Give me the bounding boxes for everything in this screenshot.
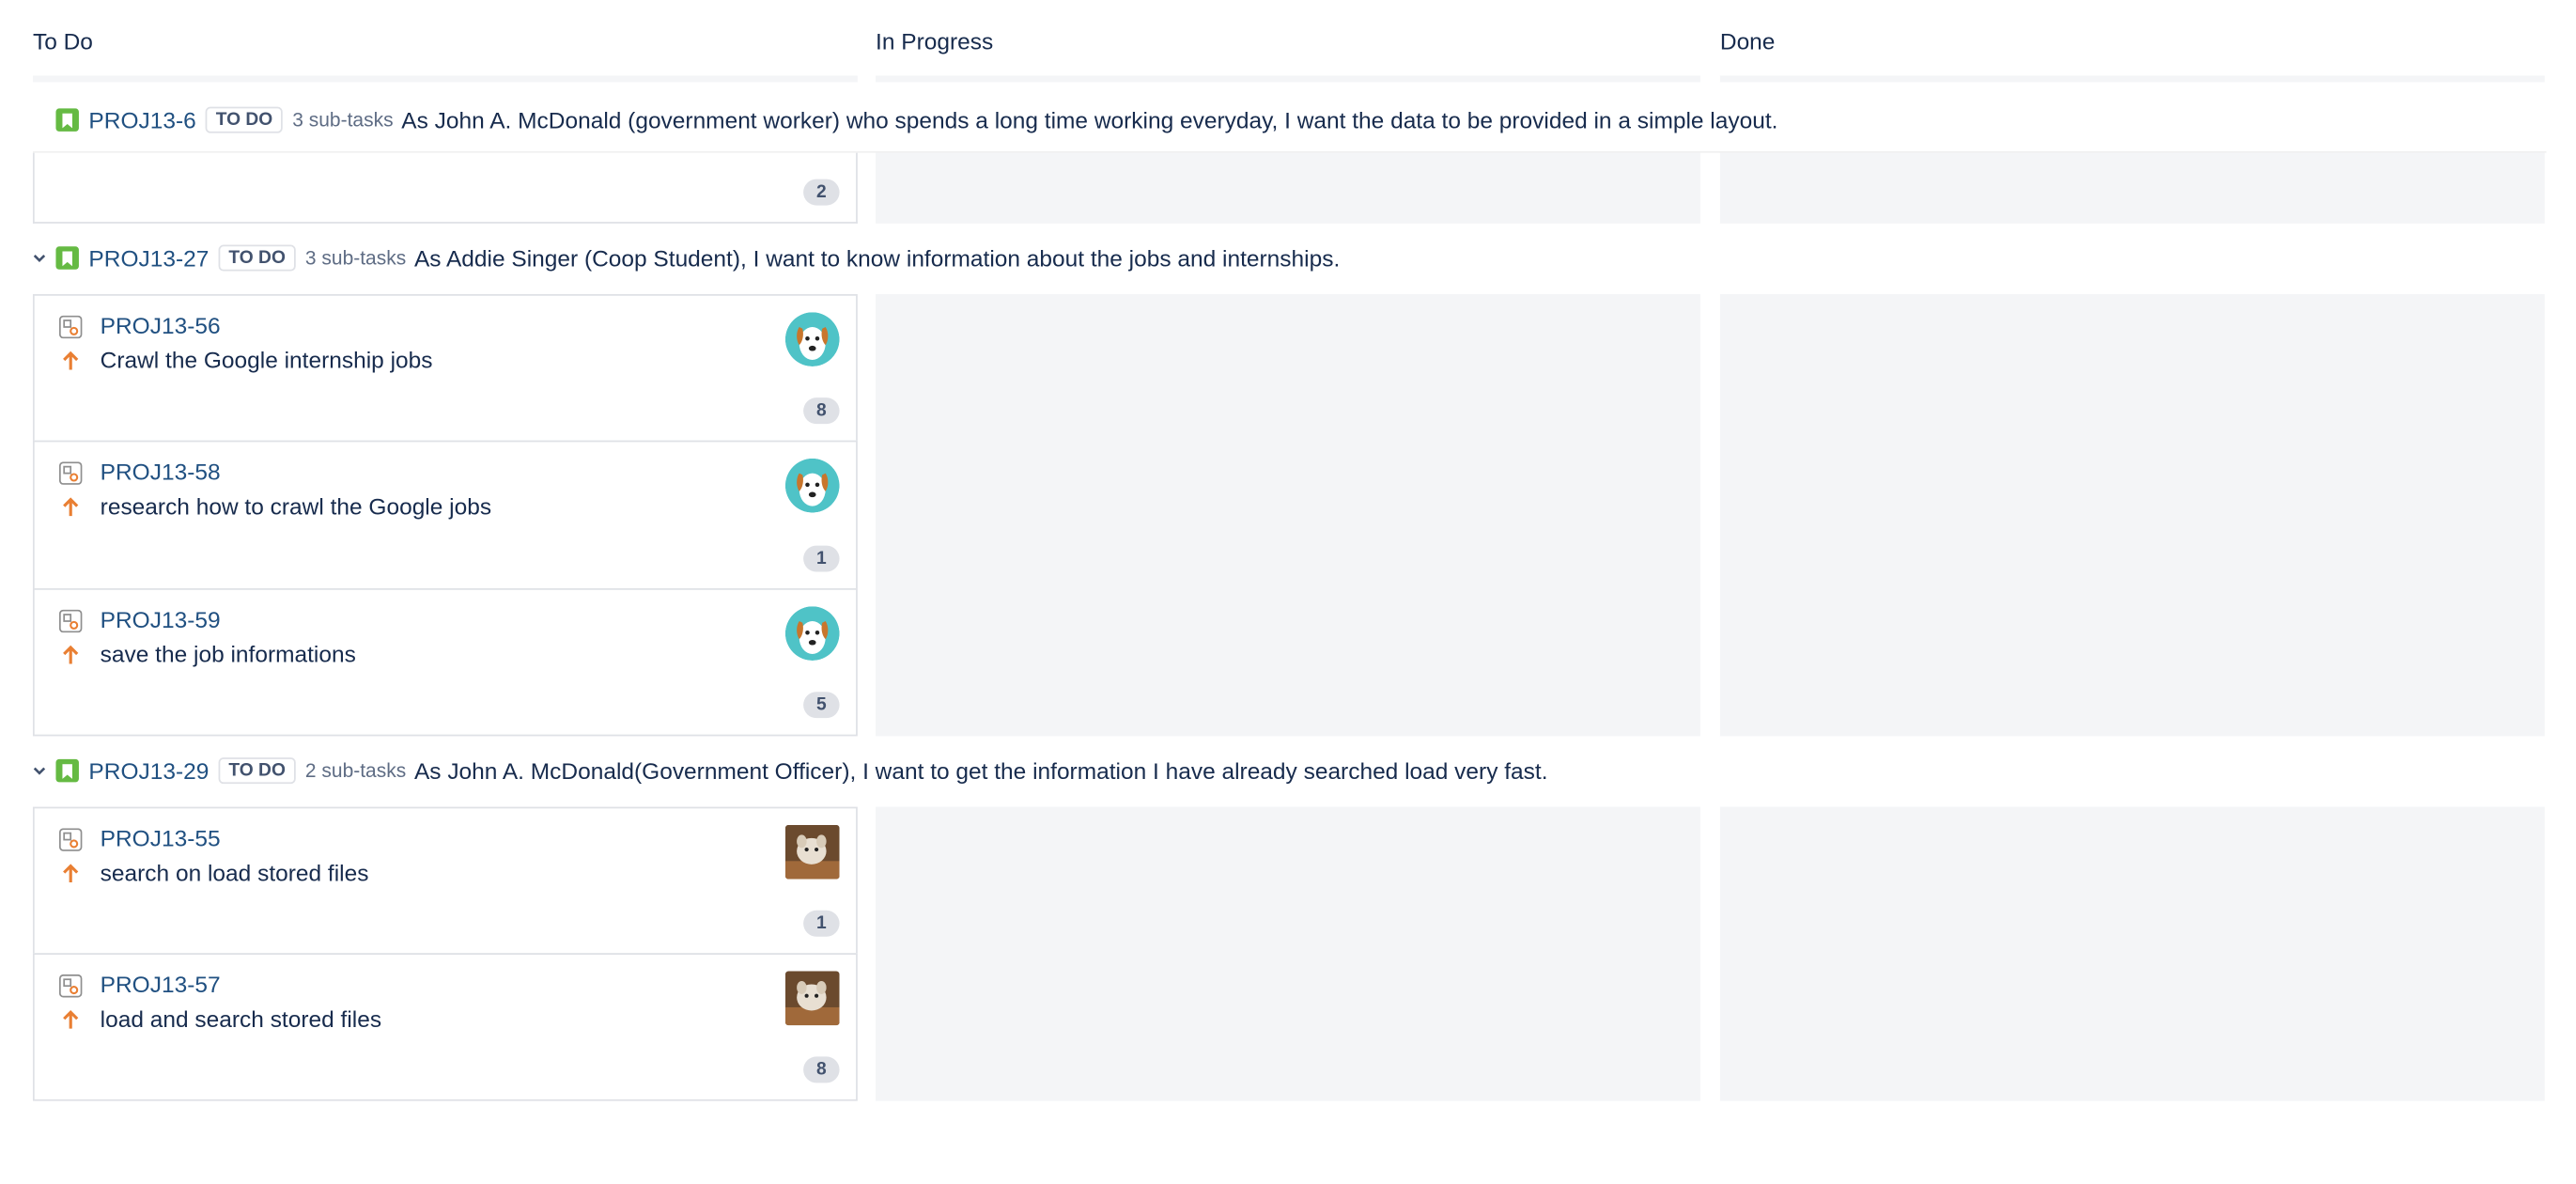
estimate-badge: 2 [803, 179, 840, 206]
issue-card[interactable]: PROJ13-55 search on load stored files 1 [32, 806, 858, 955]
lane-cell-in-progress[interactable] [876, 294, 1700, 737]
story-icon [55, 108, 79, 132]
card-key-link[interactable]: PROJ13-58 [101, 459, 221, 485]
estimate-badge: 1 [803, 910, 840, 937]
lane-cell-done[interactable] [1719, 806, 2545, 1101]
column-header-todo: To Do [32, 27, 93, 55]
dog-avatar-icon[interactable] [784, 458, 840, 513]
lane-cell-done[interactable] [1719, 152, 2545, 224]
chevron-down-icon[interactable] [29, 761, 49, 781]
swimlane-summary: As Addie Singer (Coop Student), I want t… [413, 244, 1341, 272]
swimlane-summary: As John A. McDonald(Government Officer),… [413, 757, 1548, 785]
lane-cell-done[interactable] [1719, 294, 2545, 737]
priority-high-icon [63, 645, 79, 664]
card-partial[interactable]: 2 [32, 152, 858, 224]
issue-key-link[interactable]: PROJ13-6 [88, 107, 195, 133]
swimlane-header[interactable]: PROJ13-6 TO DO 3 sub-tasks As John A. Mc… [32, 88, 2547, 151]
column-divider [876, 75, 1700, 83]
card-key-link[interactable]: PROJ13-55 [101, 825, 221, 851]
photo-avatar-icon[interactable] [784, 971, 840, 1026]
dog-avatar-icon[interactable] [784, 312, 840, 366]
story-icon [55, 758, 79, 783]
dog-avatar-icon[interactable] [784, 606, 840, 661]
column-divider [1719, 75, 2545, 83]
lane-cell-in-progress[interactable] [876, 152, 1700, 224]
swimlane-header[interactable]: PROJ13-27 TO DO 3 sub-tasks As Addie Sin… [33, 226, 2547, 288]
status-badge: TO DO [218, 757, 296, 785]
priority-high-icon [63, 351, 79, 370]
photo-avatar-icon[interactable] [784, 824, 840, 880]
board: To Do In Progress Done 2 PROJ13-6 TO DO … [0, 0, 2576, 1183]
chevron-down-icon[interactable] [29, 248, 49, 268]
estimate-badge: 8 [803, 397, 840, 425]
swimlane-header[interactable]: PROJ13-29 TO DO 2 sub-tasks As John A. M… [33, 740, 2547, 802]
card-summary: load and search stored files [100, 1005, 382, 1033]
column-header-in-progress: In Progress [876, 27, 994, 55]
card-summary: Crawl the Google internship jobs [100, 346, 433, 373]
subtask-count: 3 sub-tasks [304, 246, 407, 270]
subtask-icon [58, 461, 83, 485]
priority-high-icon [63, 497, 79, 517]
status-badge: TO DO [218, 244, 296, 272]
issue-key-link[interactable]: PROJ13-29 [88, 757, 209, 784]
issue-card[interactable]: PROJ13-57 load and search stored files 8 [32, 953, 858, 1101]
subtask-icon [58, 609, 83, 633]
issue-card[interactable]: PROJ13-59 save the job informations 5 [32, 588, 858, 737]
card-summary: save the job informations [100, 640, 356, 667]
estimate-badge: 5 [803, 692, 840, 719]
story-icon [55, 246, 79, 270]
issue-key-link[interactable]: PROJ13-27 [88, 245, 209, 272]
card-key-link[interactable]: PROJ13-56 [101, 312, 221, 338]
priority-high-icon [63, 864, 79, 883]
issue-card[interactable]: PROJ13-56 Crawl the Google internship jo… [32, 294, 858, 443]
card-key-link[interactable]: PROJ13-59 [101, 606, 221, 632]
estimate-badge: 1 [803, 545, 840, 572]
card-summary: research how to crawl the Google jobs [100, 492, 492, 520]
status-badge: TO DO [206, 106, 283, 133]
subtask-count: 3 sub-tasks [292, 108, 394, 132]
lane-cell-in-progress[interactable] [876, 806, 1700, 1101]
subtask-icon [58, 828, 83, 851]
swimlane-summary: As John A. McDonald (government worker) … [401, 106, 1778, 133]
card-key-link[interactable]: PROJ13-57 [101, 971, 221, 997]
subtask-count: 2 sub-tasks [304, 758, 407, 783]
column-header-done: Done [1719, 27, 1776, 55]
subtask-icon [58, 315, 83, 339]
issue-card[interactable]: PROJ13-58 research how to crawl the Goog… [32, 440, 858, 590]
card-summary: search on load stored files [100, 859, 369, 886]
column-divider [32, 75, 858, 83]
priority-high-icon [63, 1009, 79, 1029]
subtask-icon [58, 974, 83, 998]
estimate-badge: 8 [803, 1056, 840, 1083]
